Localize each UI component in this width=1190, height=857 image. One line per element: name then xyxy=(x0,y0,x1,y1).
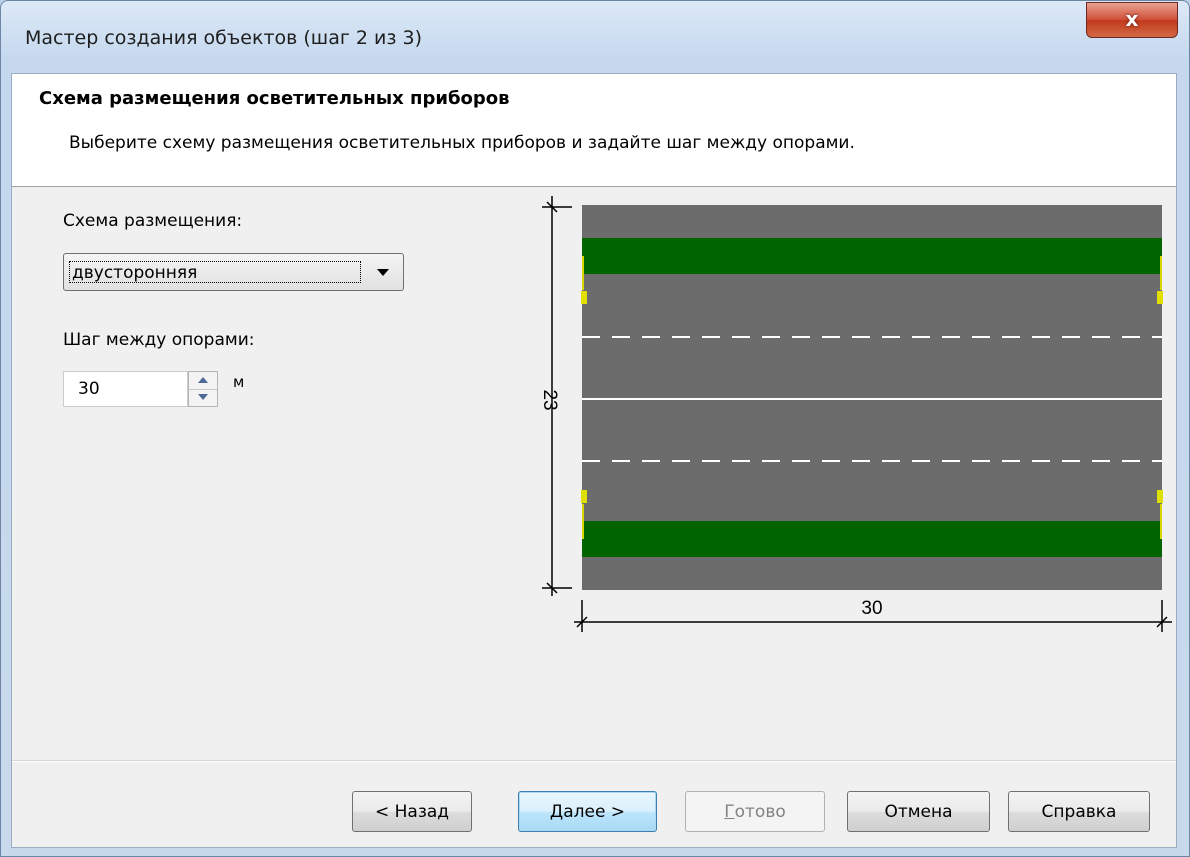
step-input[interactable] xyxy=(63,371,188,407)
step-spinner xyxy=(188,371,218,407)
help-button[interactable]: Справка xyxy=(1008,791,1150,832)
scheme-selected-value: двусторонняя xyxy=(69,261,361,283)
spin-up-button[interactable] xyxy=(189,372,217,390)
arrow-down-icon xyxy=(198,394,208,400)
title-bar[interactable]: Мастер создания объектов (шаг 2 из 3) x xyxy=(1,1,1189,73)
width-dimension-label: 30 xyxy=(861,598,882,619)
step-unit: м xyxy=(233,373,245,391)
lamp-icon xyxy=(581,490,587,503)
next-button[interactable]: Далее > xyxy=(518,791,657,832)
arrow-up-icon xyxy=(198,377,208,383)
lamp-icon xyxy=(1157,291,1163,304)
chevron-down-icon xyxy=(377,269,389,276)
median-strip-top xyxy=(582,238,1162,274)
wizard-header: Схема размещения осветительных приборов … xyxy=(12,74,1176,187)
finish-label: отово xyxy=(734,802,786,822)
finish-mnemonic: Г xyxy=(724,802,735,822)
close-icon: x xyxy=(1125,7,1139,31)
scheme-label: Схема размещения: xyxy=(63,211,243,231)
footer-divider xyxy=(12,760,1176,762)
back-button[interactable]: < Назад xyxy=(352,791,472,832)
height-dimension-label: 23 xyxy=(539,389,560,410)
scheme-dropdown[interactable]: двусторонняя xyxy=(63,253,404,291)
finish-button[interactable]: Готово xyxy=(685,791,825,832)
page-title: Схема размещения осветительных приборов xyxy=(39,88,510,109)
step-label: Шаг между опорами: xyxy=(63,330,255,350)
spin-down-button[interactable] xyxy=(189,389,217,406)
lamp-icon xyxy=(1157,490,1163,503)
page-description: Выберите схему размещения осветительных … xyxy=(69,133,855,153)
layout-diagram: 23 30 xyxy=(539,196,1172,632)
wizard-window: Мастер создания объектов (шаг 2 из 3) x … xyxy=(0,0,1190,857)
window-title: Мастер создания объектов (шаг 2 из 3) xyxy=(25,27,422,49)
lamp-icon xyxy=(581,291,587,304)
close-button[interactable]: x xyxy=(1086,2,1178,38)
cancel-button[interactable]: Отмена xyxy=(847,791,990,832)
wizard-client-area: Схема размещения осветительных приборов … xyxy=(11,73,1177,848)
median-strip-bottom xyxy=(582,521,1162,557)
